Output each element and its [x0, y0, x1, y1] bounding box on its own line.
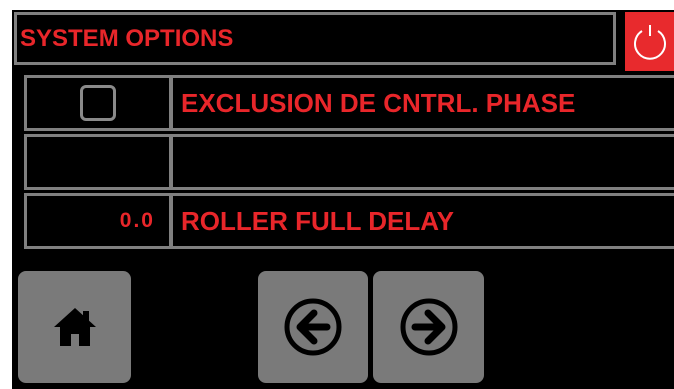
- row-label-cell: EXCLUSION DE CNTRL. PHASE: [170, 75, 674, 131]
- row-control-cell: [24, 134, 172, 190]
- row-control-cell: [24, 75, 172, 131]
- arrow-right-circle-icon: [400, 298, 457, 356]
- option-row: EXCLUSION DE CNTRL. PHASE: [24, 75, 674, 131]
- option-label: ROLLER FULL DELAY: [181, 205, 455, 236]
- hmi-screen: SYSTEM OPTIONS EXCLUSION DE CNTRL. PHASE…: [12, 10, 674, 389]
- row-value-cell[interactable]: 0.0: [24, 193, 172, 249]
- row-label-cell: ROLLER FULL DELAY: [170, 193, 674, 249]
- roller-delay-value: 0.0: [119, 209, 155, 232]
- home-button[interactable]: [18, 271, 131, 383]
- option-row: [24, 134, 674, 190]
- power-icon: [633, 24, 666, 60]
- option-row: 0.0 ROLLER FULL DELAY: [24, 193, 674, 249]
- page-title-box: SYSTEM OPTIONS: [14, 12, 616, 65]
- option-label: EXCLUSION DE CNTRL. PHASE: [181, 87, 576, 118]
- page-title: SYSTEM OPTIONS: [20, 24, 234, 52]
- arrow-left-circle-icon: [284, 298, 342, 356]
- power-button[interactable]: [625, 12, 674, 71]
- next-page-button[interactable]: [373, 271, 484, 383]
- phase-control-checkbox[interactable]: [80, 85, 116, 121]
- home-icon: [53, 308, 96, 346]
- previous-page-button[interactable]: [258, 271, 368, 383]
- row-label-cell: [170, 134, 674, 190]
